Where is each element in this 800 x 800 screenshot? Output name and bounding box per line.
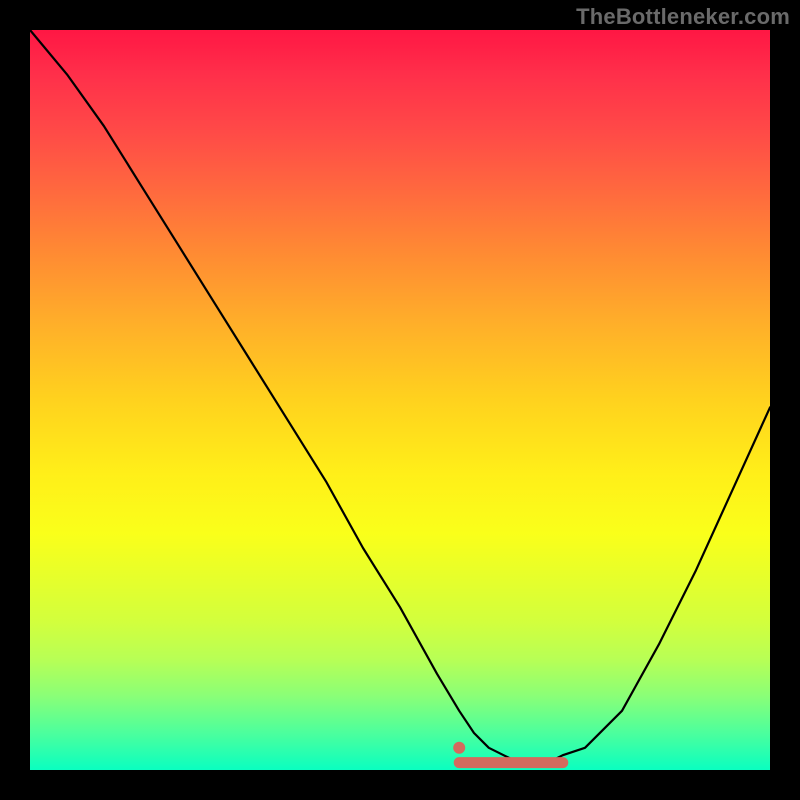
chart-frame: TheBottleneker.com	[0, 0, 800, 800]
attribution-label: TheBottleneker.com	[576, 4, 790, 30]
marker-dot	[453, 742, 465, 754]
plot-area	[30, 30, 770, 770]
bottleneck-curve	[30, 30, 770, 763]
chart-svg	[30, 30, 770, 770]
